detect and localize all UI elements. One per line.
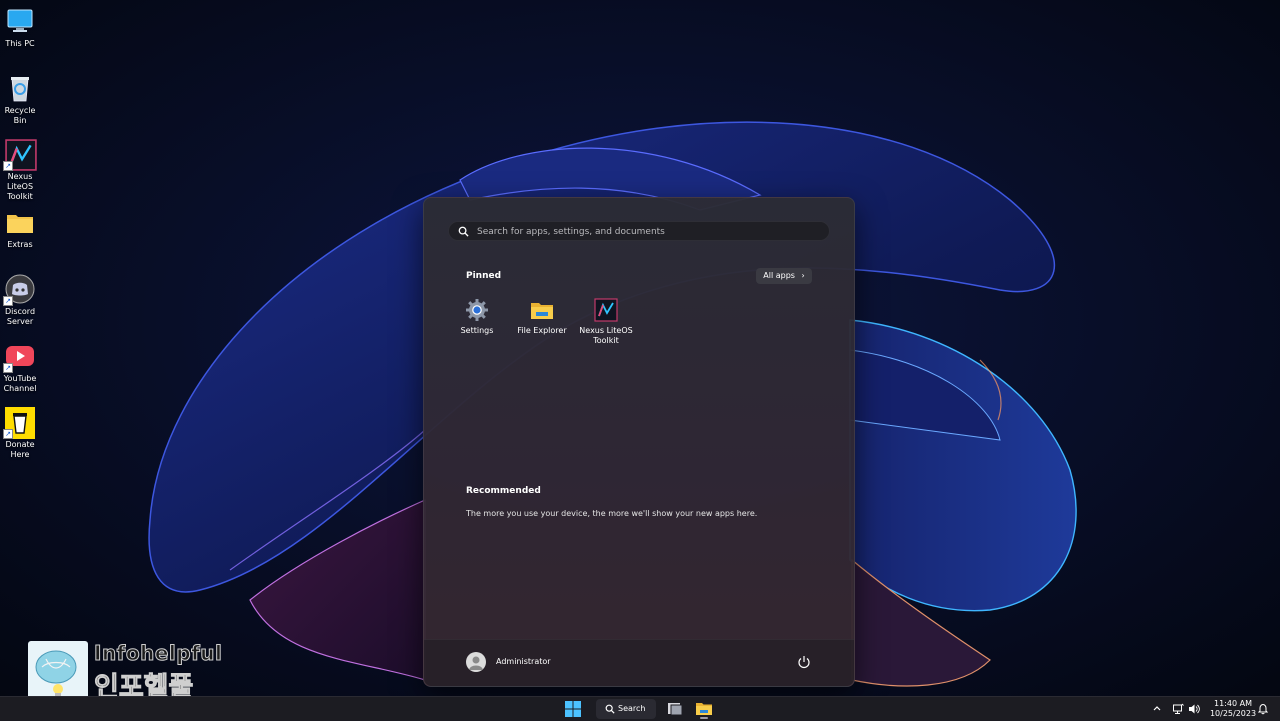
pinned-app-file-explorer[interactable]: File Explorer [510,298,574,336]
start-menu: Pinned All apps › Settings File Explorer… [423,197,855,687]
start-search-box[interactable] [448,221,830,241]
file-explorer-taskbar-icon[interactable] [695,699,713,719]
desktop-icon-extras[interactable]: Extras [0,207,40,250]
network-icon[interactable] [1172,703,1184,715]
all-apps-label: All apps [763,271,795,280]
start-menu-footer: Administrator [424,639,854,686]
nexus-toolkit-icon: ↗ [3,139,37,171]
pinned-app-label: File Explorer [517,326,567,335]
shortcut-arrow-icon: ↗ [3,161,13,171]
user-name[interactable]: Administrator [496,657,551,666]
gear-icon [465,298,489,322]
desktop-icon-label: Recycle Bin [4,106,36,125]
recommended-title: Recommended [466,486,541,496]
desktop-icon-label: Nexus LiteOS Toolkit [6,172,34,201]
monitor-icon [5,6,35,36]
desktop-icon-label: Extras [7,240,33,249]
task-view-icon[interactable] [666,699,684,719]
desktop-icon-nexus-toolkit[interactable]: ↗ Nexus LiteOS Toolkit [0,139,40,202]
desktop-icon-youtube[interactable]: ↗ YouTube Channel [0,341,40,394]
recommended-empty-text: The more you use your device, the more w… [466,509,758,518]
taskbar: Search 11:40 AM 10/25/2023 [0,696,1280,721]
user-avatar[interactable] [466,652,486,672]
start-windows-icon[interactable] [564,699,582,719]
discord-icon: ↗ [3,274,35,306]
desktop-icon-this-pc[interactable]: This PC [0,6,40,49]
watermark-text-en: Infohelpful [93,641,223,666]
taskbar-search-button[interactable]: Search [596,699,656,719]
pinned-title: Pinned [466,271,502,281]
youtube-icon: ↗ [3,341,35,373]
brain-logo-icon [28,641,88,701]
active-indicator [700,717,708,719]
desktop-icon-discord[interactable]: ↗ Discord Server [0,274,40,327]
notification-bell-icon[interactable] [1258,703,1268,715]
shortcut-arrow-icon: ↗ [3,429,13,439]
all-apps-button[interactable]: All apps › [756,268,812,284]
folder-icon [5,207,35,237]
search-icon [458,226,469,237]
pinned-app-label: Settings [460,326,494,335]
shortcut-arrow-icon: ↗ [3,363,13,373]
volume-icon[interactable] [1188,703,1200,715]
user-icon [469,656,483,670]
desktop-icon-label: This PC [5,39,35,48]
recycle-bin-icon [5,73,35,103]
taskbar-search-label: Search [618,704,646,713]
search-icon [605,704,615,714]
pinned-app-label: Nexus LiteOS Toolkit [579,326,633,345]
desktop-icon-label: Donate Here [5,440,35,459]
pinned-app-settings[interactable]: Settings [445,298,509,336]
desktop-icon-label: YouTube Channel [3,374,37,393]
desktop-icon-donate[interactable]: ↗ Donate Here [0,407,40,460]
folder-icon [530,298,554,322]
chevron-up-icon[interactable] [1152,703,1162,713]
desktop-icon-label: Discord Server [4,307,36,326]
start-search-input[interactable] [475,223,819,241]
power-icon[interactable] [797,655,811,669]
nexus-toolkit-icon [594,298,618,322]
clock-date: 10/25/2023 [1209,709,1257,718]
shortcut-arrow-icon: ↗ [3,296,13,306]
coffee-cup-icon: ↗ [3,407,35,439]
pinned-app-nexus-toolkit[interactable]: Nexus LiteOS Toolkit [574,298,638,346]
taskbar-clock[interactable]: 11:40 AM 10/25/2023 [1208,699,1258,719]
clock-time: 11:40 AM [1214,699,1252,708]
desktop-icon-recycle-bin[interactable]: Recycle Bin [0,73,40,126]
chevron-right-icon: › [801,271,805,280]
